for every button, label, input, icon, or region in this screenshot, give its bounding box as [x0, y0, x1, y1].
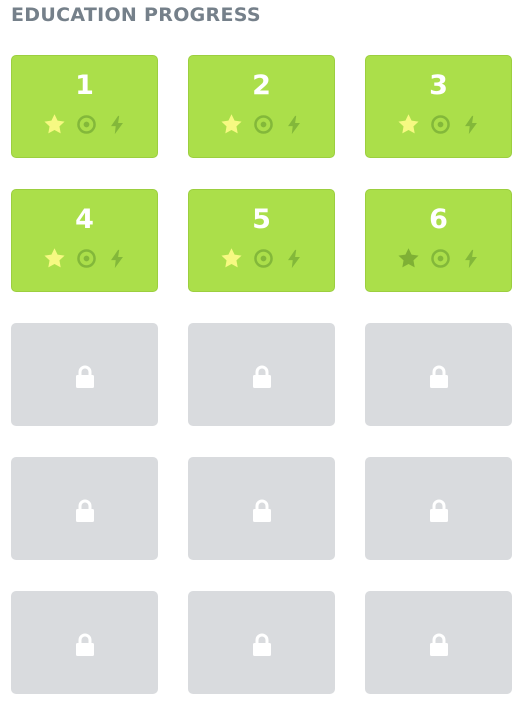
lock-icon — [429, 498, 449, 522]
locked-level-tile[interactable] — [188, 323, 335, 426]
level-achievements — [366, 112, 511, 137]
lock-icon — [252, 364, 272, 388]
target-icon — [252, 113, 275, 136]
lightning-icon — [460, 247, 482, 271]
lock-icon — [75, 632, 95, 656]
locked-level-tile[interactable] — [11, 591, 158, 694]
level-tile-6[interactable]: 6 — [365, 189, 512, 292]
level-tile-2[interactable]: 2 — [188, 55, 335, 158]
lock-icon — [252, 498, 272, 522]
level-tile-3[interactable]: 3 — [365, 55, 512, 158]
level-number: 1 — [75, 70, 94, 101]
lock-icon — [429, 364, 449, 388]
locked-level-tile[interactable] — [11, 323, 158, 426]
level-achievements — [189, 112, 334, 137]
star-icon — [396, 246, 421, 271]
lightning-icon — [106, 113, 128, 137]
star-icon — [219, 112, 244, 137]
target-icon — [429, 247, 452, 270]
level-number: 4 — [75, 204, 94, 235]
lock-icon — [75, 498, 95, 522]
locked-level-tile[interactable] — [365, 323, 512, 426]
level-achievements — [189, 246, 334, 271]
level-tile-1[interactable]: 1 — [11, 55, 158, 158]
target-icon — [252, 247, 275, 270]
level-tile-4[interactable]: 4 — [11, 189, 158, 292]
locked-level-tile[interactable] — [11, 457, 158, 560]
star-icon — [42, 112, 67, 137]
lock-icon — [429, 632, 449, 656]
locked-level-tile[interactable] — [188, 591, 335, 694]
lightning-icon — [460, 113, 482, 137]
level-grid: 1 2 3 4 5 6 — [11, 55, 512, 694]
lock-icon — [75, 364, 95, 388]
level-achievements — [366, 246, 511, 271]
locked-level-tile[interactable] — [365, 591, 512, 694]
level-achievements — [12, 246, 157, 271]
level-tile-5[interactable]: 5 — [188, 189, 335, 292]
level-number: 2 — [252, 70, 271, 101]
target-icon — [429, 113, 452, 136]
star-icon — [396, 112, 421, 137]
level-achievements — [12, 112, 157, 137]
lightning-icon — [283, 247, 305, 271]
target-icon — [75, 113, 98, 136]
lightning-icon — [283, 113, 305, 137]
star-icon — [219, 246, 244, 271]
locked-level-tile[interactable] — [188, 457, 335, 560]
target-icon — [75, 247, 98, 270]
lock-icon — [252, 632, 272, 656]
level-number: 5 — [252, 204, 271, 235]
page-title: EDUCATION PROGRESS — [11, 4, 261, 26]
level-number: 3 — [429, 70, 448, 101]
star-icon — [42, 246, 67, 271]
level-number: 6 — [429, 204, 448, 235]
locked-level-tile[interactable] — [365, 457, 512, 560]
lightning-icon — [106, 247, 128, 271]
